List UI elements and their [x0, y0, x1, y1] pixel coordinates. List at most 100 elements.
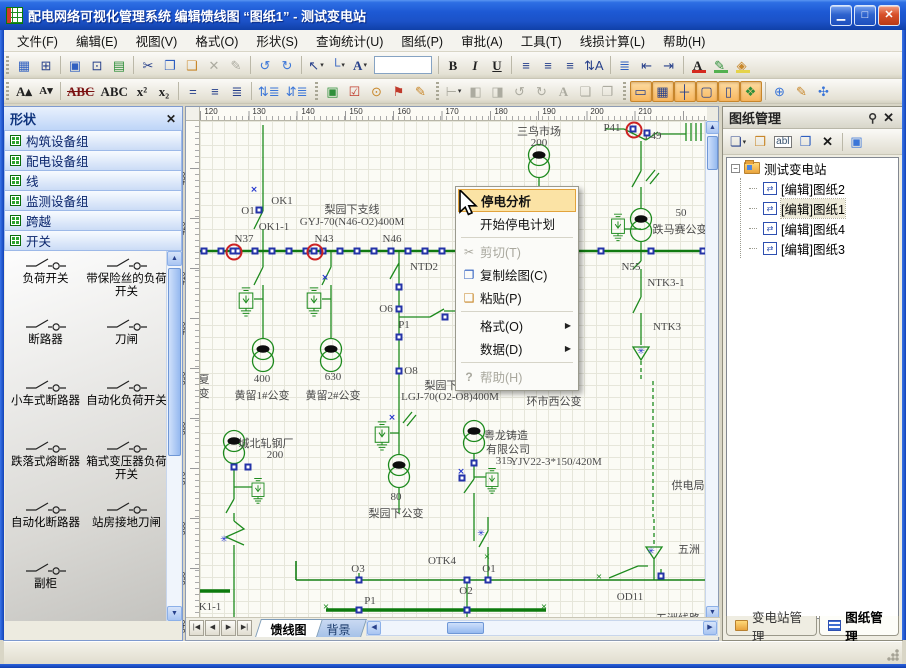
- validate-button[interactable]: ☑: [344, 81, 366, 102]
- selection-handle[interactable]: [371, 248, 378, 255]
- context-menu-item[interactable]: 格式(O) ▶: [458, 314, 576, 337]
- spacing-2-button[interactable]: ≣: [226, 81, 248, 102]
- tab-nav-button[interactable]: ◀: [205, 620, 220, 636]
- bold-button[interactable]: B: [442, 55, 464, 76]
- menu-item[interactable]: 视图(V): [127, 29, 187, 52]
- rotate-text-button[interactable]: A: [553, 81, 575, 102]
- text-tool-button[interactable]: A▾: [349, 55, 371, 76]
- close-icon[interactable]: ✕: [166, 112, 176, 126]
- menu-item[interactable]: 帮助(H): [654, 29, 714, 52]
- toolbar-grip[interactable]: [435, 82, 440, 100]
- fill-color-button[interactable]: ◈: [731, 55, 753, 76]
- rename-sheet-button[interactable]: abl: [771, 131, 794, 152]
- collapse-icon[interactable]: −: [731, 164, 740, 173]
- selection-handle[interactable]: [644, 130, 651, 137]
- pointer-tool-button[interactable]: ↖▾: [305, 55, 327, 76]
- rotate-right-button[interactable]: ↻: [531, 81, 553, 102]
- annotate-button[interactable]: ✎: [410, 81, 432, 102]
- connector-tool-button[interactable]: └▾: [327, 55, 349, 76]
- align-right-button[interactable]: ≡: [559, 55, 581, 76]
- shape-item[interactable]: 跌落式熔断器: [5, 434, 86, 495]
- outdent-button[interactable]: ⇤: [636, 55, 658, 76]
- grow-font-button[interactable]: A▴: [13, 81, 35, 102]
- selection-handle[interactable]: [388, 248, 395, 255]
- maximize-button[interactable]: □: [854, 5, 876, 26]
- bullets-button[interactable]: ≣: [614, 55, 636, 76]
- shape-group-button[interactable]: 配电设备组: [4, 151, 182, 171]
- sheet-tab[interactable]: 馈线图: [255, 619, 323, 637]
- context-menu-item[interactable]: ❑ 粘贴(P): [458, 286, 576, 309]
- selection-handle[interactable]: [269, 248, 276, 255]
- context-menu-item[interactable]: ✂ 剪切(T): [458, 240, 576, 263]
- close-button[interactable]: ✕: [878, 5, 900, 26]
- selection-handle[interactable]: [439, 248, 446, 255]
- menu-item[interactable]: 编辑(E): [67, 29, 127, 52]
- italic-button[interactable]: I: [464, 55, 486, 76]
- shrink-font-button[interactable]: A▾: [35, 81, 57, 102]
- pan-toggle[interactable]: ❖: [740, 81, 762, 102]
- tree-item-sheet[interactable]: ⇄ [编辑]图纸4: [741, 218, 898, 238]
- selection-handle[interactable]: [230, 248, 237, 255]
- align-center-button[interactable]: ≡: [537, 55, 559, 76]
- delete-button[interactable]: ✕: [203, 55, 225, 76]
- panel-tab[interactable]: 变电站管理: [726, 616, 817, 636]
- copy-button[interactable]: ❐: [159, 55, 181, 76]
- delete-sheet-button[interactable]: ✕: [817, 131, 839, 152]
- find-shape-button[interactable]: ⊙: [366, 81, 388, 102]
- drawing-area[interactable]: 三鸟市场200P41P49OK1O1OK1-1N37N43N46梨园下支线GYJ…: [200, 121, 707, 619]
- shape-item[interactable]: 断路器: [5, 312, 86, 373]
- bring-to-front-button[interactable]: ❏: [575, 81, 597, 102]
- selection-handle[interactable]: [252, 248, 259, 255]
- canvas-horizontal-scrollbar[interactable]: ◀ ▶: [366, 620, 718, 636]
- align-left-button[interactable]: ≡: [515, 55, 537, 76]
- selection-handle[interactable]: [337, 248, 344, 255]
- underline-button[interactable]: U: [486, 55, 508, 76]
- insert-image-button[interactable]: ▣: [322, 81, 344, 102]
- selection-handle[interactable]: [422, 248, 429, 255]
- menu-item[interactable]: 线损计算(L): [571, 29, 654, 52]
- selection-handle[interactable]: [598, 248, 605, 255]
- space-after-button[interactable]: ⇵≣: [283, 81, 311, 102]
- print-button[interactable]: ▤: [108, 55, 130, 76]
- flip-vertical-button[interactable]: ◨: [487, 81, 509, 102]
- close-icon[interactable]: ✕: [881, 110, 896, 126]
- tab-nav-button[interactable]: |◀: [189, 620, 204, 636]
- selection-handle[interactable]: [658, 573, 665, 580]
- rotate-left-button[interactable]: ↺: [509, 81, 531, 102]
- substation-view-button[interactable]: ▣: [846, 131, 868, 152]
- menu-item[interactable]: 审批(A): [452, 29, 512, 52]
- shape-item[interactable]: 刀闸: [86, 312, 167, 373]
- shape-group-button[interactable]: 构筑设备组: [4, 131, 182, 151]
- canvas-vertical-scrollbar[interactable]: ▲ ▼: [705, 121, 718, 619]
- text-direction-button[interactable]: ⇅A: [581, 55, 607, 76]
- selection-handle[interactable]: [459, 475, 466, 482]
- shapes-scrollbar[interactable]: ▲ ▼: [166, 251, 181, 621]
- ruler-toggle[interactable]: ▭: [630, 81, 652, 102]
- no-strike-button[interactable]: ABC: [97, 81, 130, 102]
- subscript-button[interactable]: x₂: [153, 81, 175, 102]
- open-sheet-button[interactable]: ❒: [749, 131, 771, 152]
- selection-handle[interactable]: [396, 284, 403, 291]
- shape-group-button[interactable]: 线: [4, 171, 182, 191]
- shape-item[interactable]: 站房接地刀闸: [86, 495, 167, 556]
- shape-item[interactable]: 副柜: [5, 556, 86, 617]
- pages-button[interactable]: ▦: [13, 55, 35, 76]
- context-menu-item[interactable]: 数据(D) ▶: [458, 337, 576, 360]
- menu-item[interactable]: 工具(T): [512, 29, 571, 52]
- selection-handle[interactable]: [354, 248, 361, 255]
- selection-handle[interactable]: [245, 464, 252, 471]
- properties-button[interactable]: ✎: [791, 81, 813, 102]
- selection-handle[interactable]: [396, 368, 403, 375]
- selection-handle[interactable]: [356, 607, 363, 614]
- copy-sheet-button[interactable]: ❐: [795, 131, 817, 152]
- scrollbar-thumb[interactable]: [447, 622, 484, 634]
- selection-handle[interactable]: [286, 248, 293, 255]
- spacing-1-button[interactable]: =: [182, 81, 204, 102]
- indent-button[interactable]: ⇥: [658, 55, 680, 76]
- shape-item[interactable]: 带保险丝的负荷开关: [86, 251, 167, 312]
- selection-handle[interactable]: [442, 314, 449, 321]
- selection-handle[interactable]: [218, 248, 225, 255]
- shape-group-button[interactable]: 跨越: [4, 211, 182, 231]
- tree-item-sheet[interactable]: ⇄ [编辑]图纸2: [741, 178, 898, 198]
- cut-button[interactable]: ✂: [137, 55, 159, 76]
